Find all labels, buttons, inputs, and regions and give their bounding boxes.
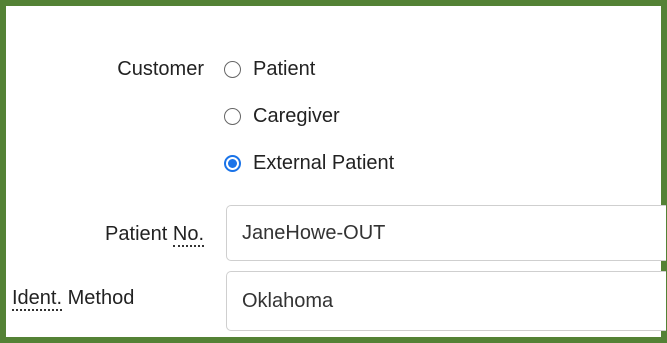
radio-caregiver-label: Caregiver [253, 104, 340, 127]
radio-caregiver[interactable] [224, 107, 241, 125]
customer-option-external-patient[interactable]: External Patient [224, 148, 394, 178]
patient-no-input[interactable] [226, 205, 666, 261]
ident-method-label: Ident. Method [12, 287, 135, 311]
patient-no-abbr: No. [172, 223, 204, 247]
customer-label: Customer [117, 58, 204, 80]
radio-external-patient-label: External Patient [253, 151, 395, 174]
customer-option-caregiver[interactable]: Caregiver [224, 101, 340, 131]
ident-method-input[interactable] [226, 271, 666, 331]
radio-patient-label: Patient [253, 57, 316, 80]
ident-abbr: Ident. [12, 287, 63, 311]
radio-patient[interactable] [224, 60, 241, 78]
radio-external-patient[interactable] [224, 154, 241, 172]
patient-no-label: Patient No. [105, 223, 204, 247]
form-panel: Customer Patient Caregiver External Pati… [0, 0, 667, 343]
customer-option-patient[interactable]: Patient [224, 54, 315, 84]
